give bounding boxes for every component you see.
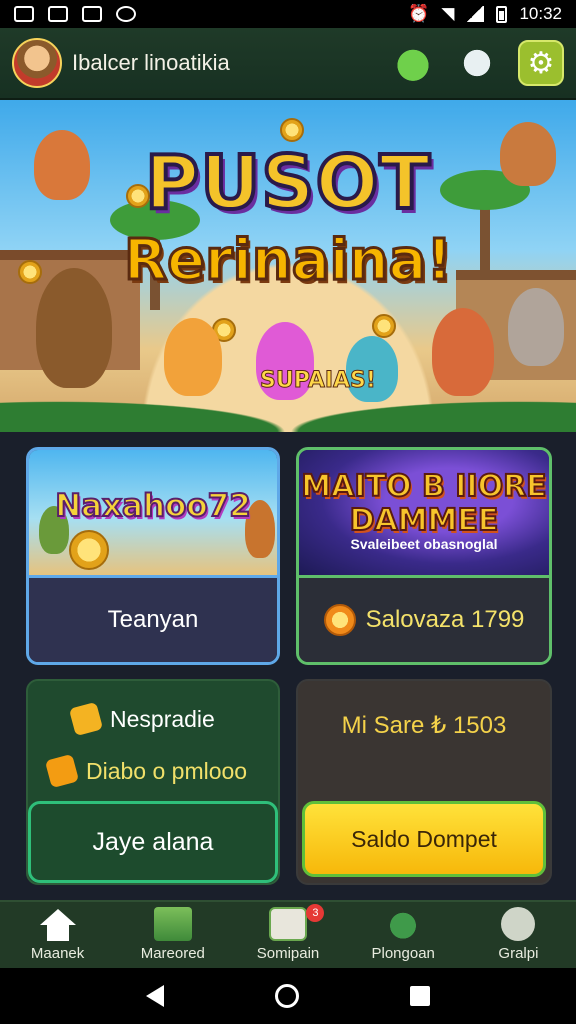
promo-banner[interactable]: PUSOT Rerinaina! SUPAIAS! (0, 100, 576, 432)
balance-text: Salovaza 1799 (365, 606, 525, 633)
game-card-title-line1: MAITO B IIORE (300, 469, 547, 505)
home-icon (39, 909, 76, 941)
notification-nfc-icon (48, 6, 68, 22)
nav-item-frog[interactable]: Plongoan (346, 902, 461, 968)
frog-character-icon[interactable] (390, 40, 436, 86)
game-card-subtitle: Svaleibeet obasnoglal (350, 536, 498, 552)
promo-subtitle: Diabo o pmlooo (86, 757, 248, 784)
battery-icon (496, 5, 508, 23)
play-button[interactable]: Jaye alana (28, 801, 278, 883)
promo-row: Diabo o pmlooo (44, 753, 248, 789)
alarm-icon: ⏰ (408, 4, 430, 23)
game-card-left[interactable]: Naxahoo72 Teanyan (26, 447, 280, 665)
game-card-label[interactable]: Teanyan (29, 578, 277, 662)
nav-label: Somipain (256, 945, 320, 962)
home-circle-icon[interactable] (274, 984, 299, 1008)
system-navigation-bar (0, 968, 576, 1024)
lightning-icon (68, 701, 104, 737)
nav-item-shop[interactable]: 3 Somipain (230, 902, 345, 968)
signal-icon (466, 6, 485, 22)
nav-label: Gralpi (498, 945, 539, 962)
coin-icon (372, 314, 396, 338)
banner-subtitle: Rerinaina! (123, 227, 454, 295)
bag-icon (44, 753, 80, 789)
game-card-title: MAITO B IIORE DAMMEE (299, 469, 549, 539)
back-icon[interactable] (145, 985, 164, 1007)
coin-icon (280, 118, 304, 142)
nav-item-profile[interactable]: Gralpi (461, 902, 576, 968)
raccoon-character (508, 288, 564, 366)
notification-image-icon (14, 6, 34, 22)
recents-icon[interactable] (410, 986, 431, 1006)
wallet-card: Mi Sare ₺ 1503 Saldo Dompet (296, 679, 552, 885)
promo-row: Nespradie (68, 701, 215, 737)
balance-box[interactable]: Salovaza 1799 (299, 578, 549, 662)
coin-icon (323, 604, 356, 636)
map-icon (153, 907, 192, 941)
wallet-balance-button[interactable]: Saldo Dompet (302, 801, 546, 877)
game-card-art: MAITO B IIORE DAMMEE Svaleibeet obasnogl… (299, 450, 549, 578)
promo-card: Nespradie Diabo o pmlooo Jaye alana (26, 679, 280, 885)
wallet-stat: Mi Sare ₺ 1503 (341, 712, 507, 739)
app-title: Ibalcer linoatikia (72, 50, 230, 75)
gear-icon[interactable]: ⚙ (518, 40, 564, 86)
nav-label: Maanek (30, 945, 85, 962)
shop-icon (269, 907, 307, 941)
notification-badge: 3 (306, 904, 325, 922)
game-card-title: Naxahoo72 (54, 487, 252, 525)
orange-cat-character (164, 318, 222, 396)
avatar[interactable] (12, 38, 62, 88)
smile-icon (501, 907, 536, 941)
nav-item-home[interactable]: Maanek (0, 902, 115, 968)
nav-label: Plongoan (371, 945, 435, 962)
frog-icon (384, 907, 423, 941)
banner-title: PUSOT (143, 138, 432, 228)
game-card-title-line2: DAMMEE (349, 503, 500, 539)
ghost-character-icon[interactable] (454, 40, 500, 86)
status-bar: ⏰ ◥ 10:32 (0, 0, 576, 28)
status-time: 10:32 (519, 4, 562, 23)
bottom-navigation: Maanek Mareored 3 Somipain Plongoan Gral… (0, 900, 576, 968)
notification-icons (14, 6, 136, 22)
game-card-right[interactable]: MAITO B IIORE DAMMEE Svaleibeet obasnogl… (296, 447, 552, 665)
notification-game-icon (82, 6, 102, 22)
nav-label: Mareored (140, 945, 205, 962)
wifi-icon: ◥ (441, 4, 455, 23)
app-header: Ibalcer linoatikia ⚙ (0, 28, 576, 100)
game-card-art: Naxahoo72 (29, 450, 277, 578)
notification-shield-icon (116, 6, 136, 22)
coin-icon (69, 530, 109, 570)
banner-tagline: SUPAIAS! (260, 368, 377, 394)
red-fox-character (432, 308, 494, 396)
promo-title: Nespradie (110, 705, 215, 732)
nav-item-map[interactable]: Mareored (115, 902, 230, 968)
